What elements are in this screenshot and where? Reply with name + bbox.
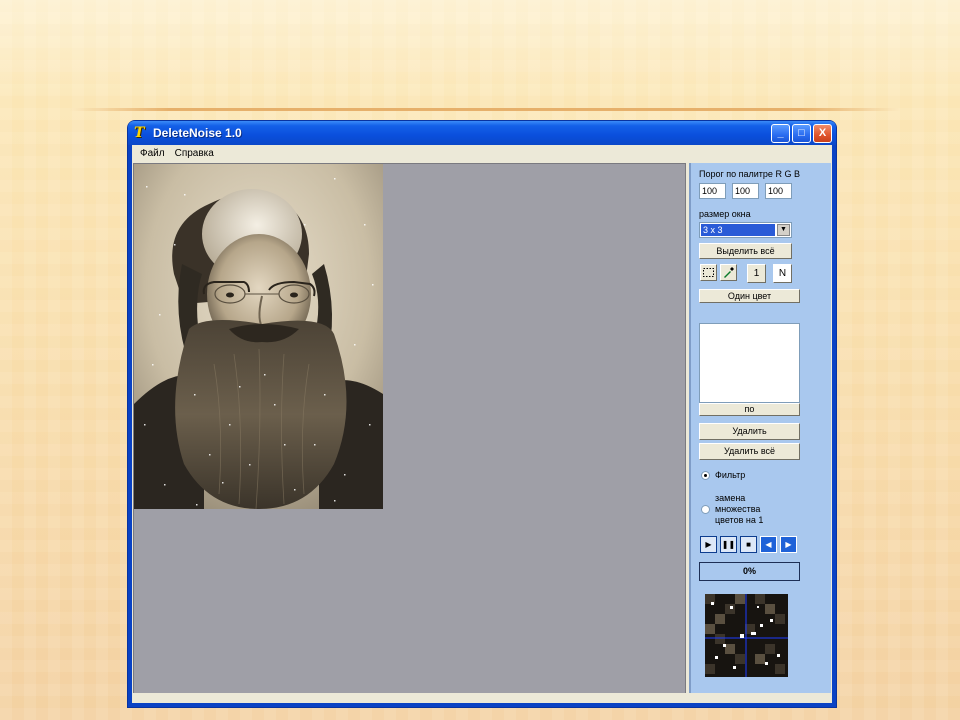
client-area: Порог по палитре R G B 100 100 100 разме…	[132, 162, 832, 703]
image-canvas[interactable]	[133, 163, 686, 701]
threshold-r-input[interactable]: 100	[699, 183, 726, 199]
window-size-select[interactable]: 3 x 3 ▼	[699, 222, 792, 238]
status-strip	[132, 693, 832, 703]
window-size-label: размер окна	[699, 209, 751, 219]
progress-text: 0%	[742, 566, 756, 576]
progress-bar: 0%	[699, 562, 800, 581]
maximize-button[interactable]: □	[792, 123, 811, 143]
play-icon[interactable]: ▶	[700, 536, 717, 553]
delete-button[interactable]: Удалить	[699, 423, 800, 440]
control-panel: Порог по палитре R G B 100 100 100 разме…	[689, 163, 831, 693]
selection-rect-icon[interactable]	[700, 264, 717, 281]
slide-divider-line	[70, 108, 900, 111]
app-logo-icon: T	[134, 124, 145, 141]
menu-help[interactable]: Справка	[170, 148, 219, 159]
list-action-button[interactable]: по	[699, 403, 800, 416]
menu-bar: Файл Справка	[132, 145, 832, 162]
menu-file[interactable]: Файл	[135, 148, 170, 159]
threshold-label: Порог по палитре R G B	[699, 169, 800, 179]
one-color-button[interactable]: Один цвет	[699, 289, 800, 303]
pause-icon[interactable]: ❚❚	[720, 536, 737, 553]
close-button[interactable]: X	[813, 123, 832, 143]
mode-replace-label: замена множества цветов на 1	[715, 493, 764, 525]
mode-filter-radio[interactable]	[701, 471, 710, 480]
app-window: T DeleteNoise 1.0 _ □ X Файл Справка Пор…	[128, 121, 836, 707]
tool-n-button[interactable]: N	[773, 264, 792, 283]
mode-replace-radio[interactable]	[701, 505, 710, 514]
stop-icon[interactable]: ■	[740, 536, 757, 553]
threshold-g-input[interactable]: 100	[732, 183, 759, 199]
eyedropper-icon[interactable]	[720, 264, 737, 281]
portrait-photo	[134, 164, 383, 509]
mode-filter-label: Фильтр	[715, 470, 746, 480]
minimize-button[interactable]: _	[771, 123, 790, 143]
tool-one-button[interactable]: 1	[747, 264, 766, 283]
title-bar[interactable]: T DeleteNoise 1.0 _ □ X	[128, 121, 836, 145]
window-title: DeleteNoise 1.0	[153, 126, 242, 140]
delete-all-button[interactable]: Удалить всё	[699, 443, 800, 460]
forward-arrow-icon[interactable]: ▶	[780, 536, 797, 553]
window-size-value: 3 x 3	[701, 224, 775, 236]
chevron-down-icon[interactable]: ▼	[777, 224, 790, 236]
zoom-preview	[705, 594, 788, 677]
back-arrow-icon[interactable]: ◀	[760, 536, 777, 553]
select-all-button[interactable]: Выделить всё	[699, 243, 792, 259]
threshold-b-input[interactable]: 100	[765, 183, 792, 199]
color-list[interactable]	[699, 323, 800, 403]
